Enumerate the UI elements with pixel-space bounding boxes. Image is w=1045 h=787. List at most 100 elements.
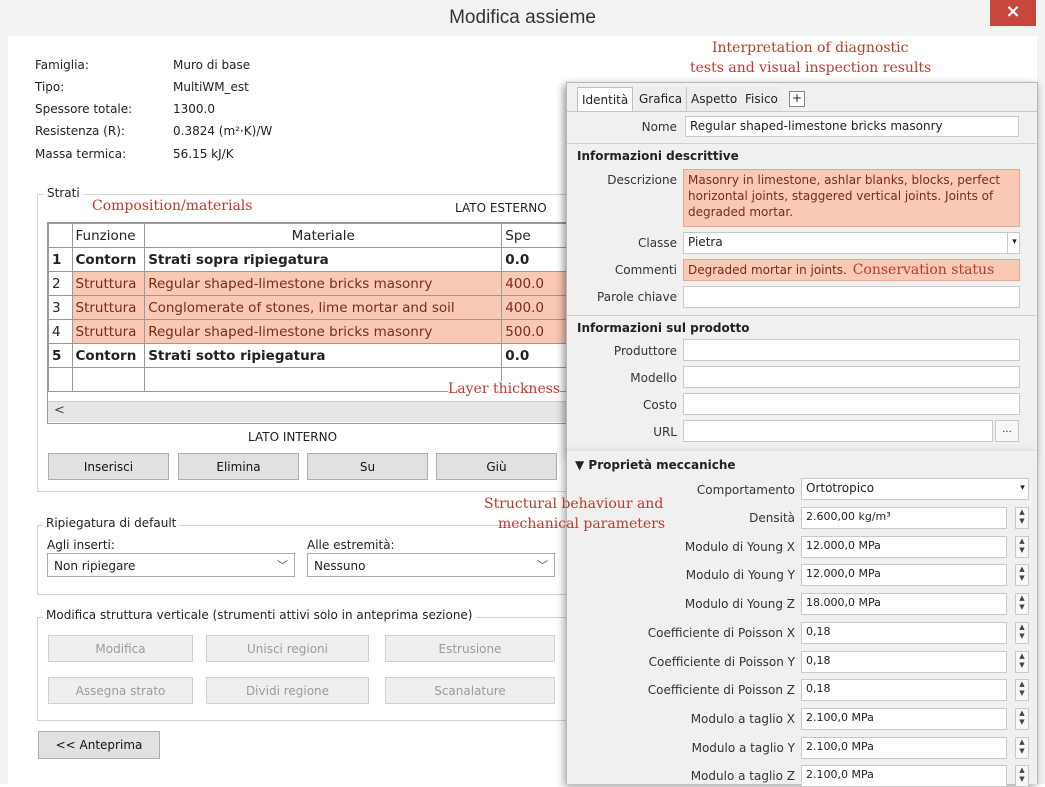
- spinner-icon[interactable]: ▲ ▼: [1015, 593, 1029, 616]
- table-row[interactable]: 5 Contorn Strati sotto ripiegatura 0.0: [48, 343, 568, 368]
- mechanical-property-field[interactable]: 12.000,0 MPa: [801, 535, 1007, 558]
- modello-field[interactable]: [683, 366, 1020, 388]
- add-tab-icon[interactable]: +: [789, 91, 805, 107]
- row-funzione[interactable]: Contorn: [71, 247, 146, 272]
- mechanical-property-field[interactable]: 12.000,0 MPa: [801, 564, 1007, 587]
- col-funzione-header[interactable]: Funzione: [71, 223, 146, 248]
- row-materiale[interactable]: Strati sotto ripiegatura: [144, 343, 503, 368]
- annotation-structural-2: mechanical parameters: [498, 516, 666, 532]
- parole-chiave-field[interactable]: [683, 286, 1020, 308]
- row-spessore[interactable]: 400.0: [501, 295, 568, 320]
- estrusione-button[interactable]: Estrusione: [385, 635, 555, 662]
- mechanical-property-label: Modulo di Young Y: [685, 568, 795, 583]
- mechanical-property-field[interactable]: 2.100,0 MPa: [801, 736, 1007, 759]
- spinner-icon[interactable]: ▲ ▼: [1015, 679, 1029, 702]
- modifica-button[interactable]: Modifica: [48, 635, 193, 662]
- row-funzione[interactable]: Struttura: [71, 295, 146, 320]
- mechanical-property-field[interactable]: 2.100,0 MPa: [801, 707, 1007, 730]
- unisci-regioni-button[interactable]: Unisci regioni: [206, 635, 369, 662]
- comportamento-select[interactable]: Ortotropico: [801, 478, 1029, 500]
- classe-label: Classe: [638, 236, 677, 250]
- url-label: URL: [653, 425, 677, 439]
- tab-fisico[interactable]: Fisico: [741, 87, 782, 111]
- mechanical-property-field[interactable]: 18.000,0 MPa: [801, 593, 1007, 616]
- horizontal-scrollbar[interactable]: <: [48, 401, 568, 422]
- row-spessore[interactable]: 500.0: [501, 319, 568, 344]
- spinner-icon[interactable]: ▲ ▼: [1015, 707, 1029, 730]
- url-field[interactable]: [683, 420, 993, 442]
- mechanical-property-label: Modulo a taglio Z: [690, 769, 795, 784]
- tab-grafica[interactable]: Grafica: [635, 87, 688, 111]
- row-spessore[interactable]: 0.0: [501, 247, 568, 272]
- tab-identita[interactable]: Identità: [577, 87, 634, 112]
- row-materiale[interactable]: Conglomerate of stones, lime mortar and …: [144, 295, 503, 320]
- lato-esterno-label: LATO ESTERNO: [455, 201, 547, 215]
- descrizione-label: Descrizione: [607, 173, 677, 187]
- mechanical-property-field[interactable]: 2.600,00 kg/m³: [801, 507, 1007, 529]
- dividi-regione-button[interactable]: Dividi regione: [206, 677, 369, 704]
- annotation-layer-thickness: Layer thickness: [448, 381, 561, 397]
- material-properties-panel: Identità Grafica Aspetto Fisico + Nome R…: [566, 82, 1038, 453]
- col-materiale-header[interactable]: Materiale: [144, 223, 503, 248]
- massa-label: Massa termica:: [35, 147, 127, 161]
- close-button[interactable]: ×: [990, 0, 1036, 26]
- agli-inserti-select[interactable]: Non ripiegare ﹀: [47, 553, 295, 577]
- mechanical-property-label: Coefficiente di Poisson Y: [648, 654, 795, 669]
- spinner-icon[interactable]: ▲ ▼: [1015, 507, 1029, 529]
- mechanical-section-title[interactable]: ▼ Proprietà meccaniche: [575, 458, 736, 472]
- comportamento-value: Ortotropico: [806, 481, 875, 495]
- table-row[interactable]: 1 Contorn Strati sopra ripiegatura 0.0: [48, 247, 568, 272]
- giu-button[interactable]: Giù: [436, 453, 557, 480]
- resistenza-value: 0.3824 (m²·K)/W: [173, 124, 273, 138]
- annotation-conservation: Conservation status: [852, 262, 995, 278]
- spinner-icon[interactable]: ▲ ▼: [1015, 564, 1029, 587]
- section-divider: [567, 315, 1037, 316]
- spinner-icon[interactable]: ▲ ▼: [1015, 535, 1029, 558]
- mechanical-property-label: Coefficiente di Poisson X: [647, 625, 795, 640]
- descrizione-field[interactable]: Masonry in limestone, ashlar blanks, blo…: [683, 169, 1020, 227]
- chevron-down-icon[interactable]: ▾: [1007, 232, 1021, 254]
- commenti-field[interactable]: Degraded mortar in joints. Conservation …: [683, 259, 1020, 281]
- alle-estremita-label: Alle estremità:: [307, 538, 395, 552]
- table-row[interactable]: 2 Struttura Regular shaped-limestone bri…: [48, 271, 568, 296]
- chevron-down-icon[interactable]: ▾: [1016, 478, 1029, 500]
- alle-estremita-select[interactable]: Nessuno ﹀: [307, 553, 555, 577]
- row-materiale[interactable]: Regular shaped-limestone bricks masonry: [144, 319, 503, 344]
- mechanical-property-field[interactable]: 0,18: [801, 621, 1007, 644]
- row-funzione[interactable]: Contorn: [71, 343, 146, 368]
- row-materiale[interactable]: Regular shaped-limestone bricks masonry: [144, 271, 503, 296]
- spinner-icon[interactable]: ▲ ▼: [1015, 736, 1029, 759]
- table-row[interactable]: 3 Struttura Conglomerate of stones, lime…: [48, 295, 568, 320]
- assegna-strato-button[interactable]: Assegna strato: [48, 677, 193, 704]
- scanalature-button[interactable]: Scanalature: [385, 677, 555, 704]
- costo-field[interactable]: [683, 393, 1020, 415]
- anteprima-button[interactable]: << Anteprima: [38, 731, 160, 759]
- table-row[interactable]: 4 Struttura Regular shaped-limestone bri…: [48, 319, 568, 344]
- browse-button[interactable]: ...: [995, 420, 1019, 442]
- row-funzione[interactable]: Struttura: [71, 319, 146, 344]
- su-button[interactable]: Su: [307, 453, 428, 480]
- mechanical-property-label: Coefficiente di Poisson Z: [647, 683, 795, 698]
- row-materiale[interactable]: Strati sopra ripiegatura: [144, 247, 503, 272]
- produttore-field[interactable]: [683, 339, 1020, 361]
- mechanical-property-field[interactable]: 0,18: [801, 679, 1007, 702]
- comportamento-label: Comportamento: [696, 483, 795, 497]
- empty-cell: [48, 367, 73, 392]
- tab-aspetto[interactable]: Aspetto: [687, 87, 743, 111]
- mechanical-property-field[interactable]: 0,18: [801, 650, 1007, 673]
- classe-select[interactable]: Pietra: [683, 232, 1020, 254]
- row-funzione[interactable]: Struttura: [71, 271, 146, 296]
- elimina-button[interactable]: Elimina: [178, 453, 299, 480]
- ripiegatura-legend: Ripiegatura di default: [43, 516, 180, 530]
- scroll-left-arrow[interactable]: <: [54, 403, 65, 418]
- empty-cell: [71, 367, 146, 392]
- inserisci-button[interactable]: Inserisci: [48, 453, 169, 480]
- col-spessore-header[interactable]: Spe: [501, 223, 568, 248]
- row-spessore[interactable]: 400.0: [501, 271, 568, 296]
- lato-interno-label: LATO INTERNO: [248, 430, 338, 444]
- row-spessore[interactable]: 0.0: [501, 343, 568, 368]
- nome-field[interactable]: Regular shaped-limestone bricks masonry: [685, 116, 1019, 137]
- spinner-icon[interactable]: ▲ ▼: [1015, 650, 1029, 673]
- spinner-icon[interactable]: ▲ ▼: [1015, 621, 1029, 644]
- row-index: 5: [48, 343, 73, 368]
